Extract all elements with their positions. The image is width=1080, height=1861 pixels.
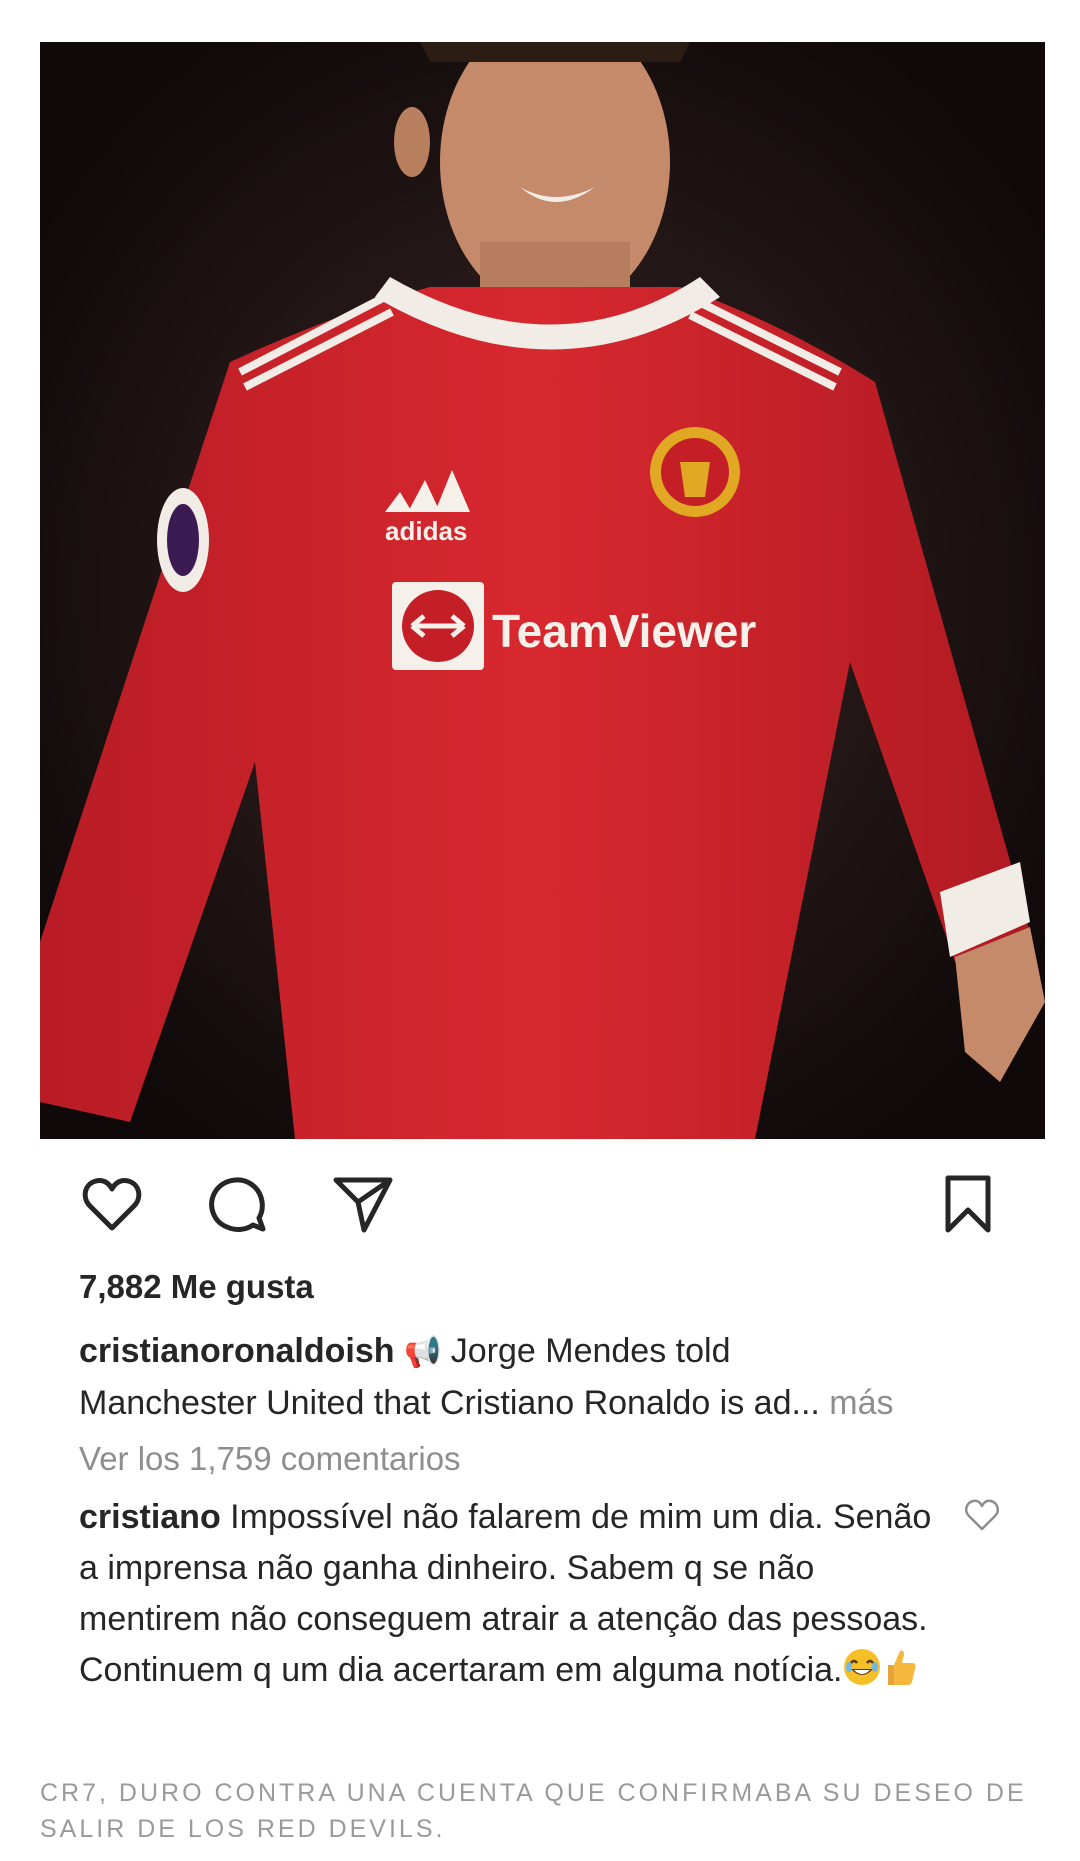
comment-like-button[interactable] <box>963 1496 1001 1534</box>
comment-button[interactable] <box>205 1172 269 1236</box>
comment-icon <box>209 1177 266 1232</box>
post-action-bar <box>80 1172 1000 1236</box>
post-caption: cristianoronaldoish 📢 Jorge Mendes told … <box>79 1326 1019 1429</box>
save-button[interactable] <box>936 1172 1000 1236</box>
caption-line-2: Manchester United that Cristiano Ronaldo… <box>79 1384 792 1422</box>
manchester-united-crest <box>650 427 740 517</box>
like-button[interactable] <box>80 1172 144 1236</box>
player-illustration: adidas TeamViewer <box>40 42 1045 1139</box>
caption-ellipsis: ... <box>791 1384 820 1422</box>
view-comments-link[interactable]: Ver los 1,759 comentarios <box>79 1440 461 1478</box>
premier-league-badge <box>157 488 209 592</box>
post-photo[interactable]: adidas TeamViewer <box>40 42 1045 1139</box>
megaphone-emoji: 📢 <box>403 1335 442 1370</box>
caption-line-1: Jorge Mendes told <box>450 1332 731 1370</box>
svg-text:TeamViewer: TeamViewer <box>492 605 756 657</box>
more-link[interactable]: más <box>829 1384 893 1422</box>
share-icon <box>333 1177 393 1233</box>
svg-text:adidas: adidas <box>385 516 467 546</box>
comment-username[interactable]: cristiano <box>79 1498 221 1536</box>
heart-icon <box>82 1178 142 1231</box>
share-button[interactable] <box>330 1172 394 1236</box>
caption-username[interactable]: cristianoronaldoish <box>79 1332 395 1370</box>
article-image-caption: CR7, duro contra una cuenta que confirma… <box>40 1779 1027 1843</box>
comment-item: cristiano Impossível não falarem de mim … <box>79 1492 949 1702</box>
likes-count[interactable]: 7,882 Me gusta <box>79 1268 314 1306</box>
small-heart-icon <box>964 1499 1000 1531</box>
bookmark-icon <box>945 1175 991 1233</box>
laughing-emoji-icon <box>842 1647 882 1702</box>
thumbs-up-emoji-icon <box>882 1647 918 1702</box>
